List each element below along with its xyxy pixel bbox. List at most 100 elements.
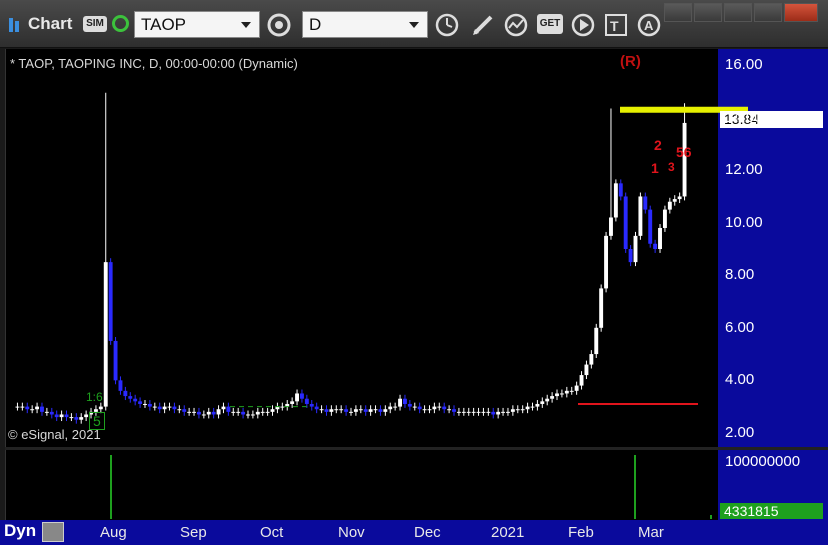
candle-body [653, 243, 658, 249]
candle-body [535, 403, 540, 407]
candle-body [236, 411, 241, 413]
candle-body [520, 409, 525, 411]
candle-body [54, 414, 59, 418]
candle-body [314, 406, 319, 410]
wave-label-5: 5 [89, 412, 105, 430]
candle-body [476, 411, 481, 413]
volume-bar [634, 455, 636, 519]
candle-body [452, 409, 456, 412]
price-tick-label: 2.00 [725, 423, 755, 441]
candle-body [206, 411, 211, 415]
candle-body [138, 401, 143, 404]
candle-body [579, 375, 584, 386]
chart-plot [15, 92, 748, 519]
candle-body [628, 249, 633, 263]
candle-body [383, 409, 388, 412]
candle-body [461, 411, 466, 413]
candle-body [309, 403, 314, 407]
time-tick-label: Mar [638, 524, 664, 541]
candle-body [545, 398, 550, 402]
candle-body [496, 411, 501, 415]
candle-body [662, 209, 667, 228]
candle-body [672, 199, 677, 202]
candle-body [398, 398, 403, 407]
candle-body [108, 262, 113, 341]
last-volume-tag: 4331815 [720, 503, 823, 519]
volume-bar [110, 455, 112, 519]
candle-body [378, 409, 383, 412]
candle-body [486, 411, 491, 413]
candle-body [530, 406, 535, 408]
lock-icon[interactable] [42, 522, 64, 542]
dynamic-label[interactable]: Dyn [4, 521, 36, 541]
candle-body [192, 411, 196, 413]
candle-body [427, 409, 432, 411]
time-tick-label: Oct [260, 524, 284, 541]
candle-body [344, 409, 349, 412]
volume-tick: 100000000 [725, 453, 801, 470]
candle-body [255, 411, 260, 415]
candle-body [84, 414, 89, 418]
candle-body [564, 390, 569, 394]
candle-body [407, 403, 412, 407]
candle-body [201, 414, 206, 416]
candle-body [559, 393, 564, 395]
candle-body [456, 411, 461, 413]
candle-body [574, 385, 579, 391]
candle-body [74, 417, 79, 420]
candle-body [196, 411, 201, 415]
candle-body [40, 406, 44, 412]
price-tick-label: 8.00 [725, 266, 755, 284]
candle-body [49, 411, 54, 415]
candle-body [599, 288, 604, 328]
time-tick-label: Nov [338, 524, 365, 541]
time-tick-label: Feb [568, 524, 594, 541]
candle-body [584, 364, 589, 376]
candle-body [466, 411, 471, 413]
candle-body [471, 411, 476, 413]
candle-body [324, 409, 329, 412]
candle-body [555, 393, 559, 397]
price-tick-label: 6.00 [725, 318, 755, 336]
candle-body [133, 398, 138, 402]
candle-body [59, 414, 64, 418]
candle-body [162, 406, 167, 410]
candle-body [515, 409, 520, 411]
candle-body [295, 393, 299, 402]
candle-body [481, 411, 486, 413]
candle-body [103, 262, 108, 407]
candle-body [280, 406, 285, 408]
candle-body [648, 209, 653, 244]
candle-body [15, 406, 20, 408]
candle-body [250, 414, 255, 416]
candle-body [187, 411, 192, 413]
wave-label-56: 56 [676, 144, 692, 160]
wave-label-1-6: 1:6 [86, 390, 103, 404]
candle-body [667, 201, 672, 210]
candle-body [437, 406, 442, 408]
candle-body [334, 409, 339, 411]
candle-body [388, 406, 393, 410]
price-tick-label: 14.00 [725, 108, 763, 126]
candle-body [594, 327, 599, 355]
candle-body [623, 196, 628, 249]
candle-body [540, 401, 545, 404]
candle-body [79, 417, 84, 420]
candle-body [221, 406, 226, 410]
candle-body [113, 340, 118, 381]
time-tick-label: Dec [414, 524, 441, 541]
candle-body [152, 406, 157, 408]
candle-body [69, 417, 74, 419]
candle-body [677, 196, 682, 200]
price-tick-label: 10.00 [725, 213, 763, 231]
candle-body [613, 183, 618, 218]
candle-body [299, 393, 304, 399]
time-tick-label: Sep [180, 524, 207, 541]
candle-body [246, 414, 250, 416]
candle-body [550, 396, 555, 399]
candle-body [403, 398, 407, 404]
volume-bar [710, 515, 712, 519]
candle-body [226, 406, 231, 412]
candle-body [157, 406, 162, 410]
candle-body [363, 409, 368, 412]
